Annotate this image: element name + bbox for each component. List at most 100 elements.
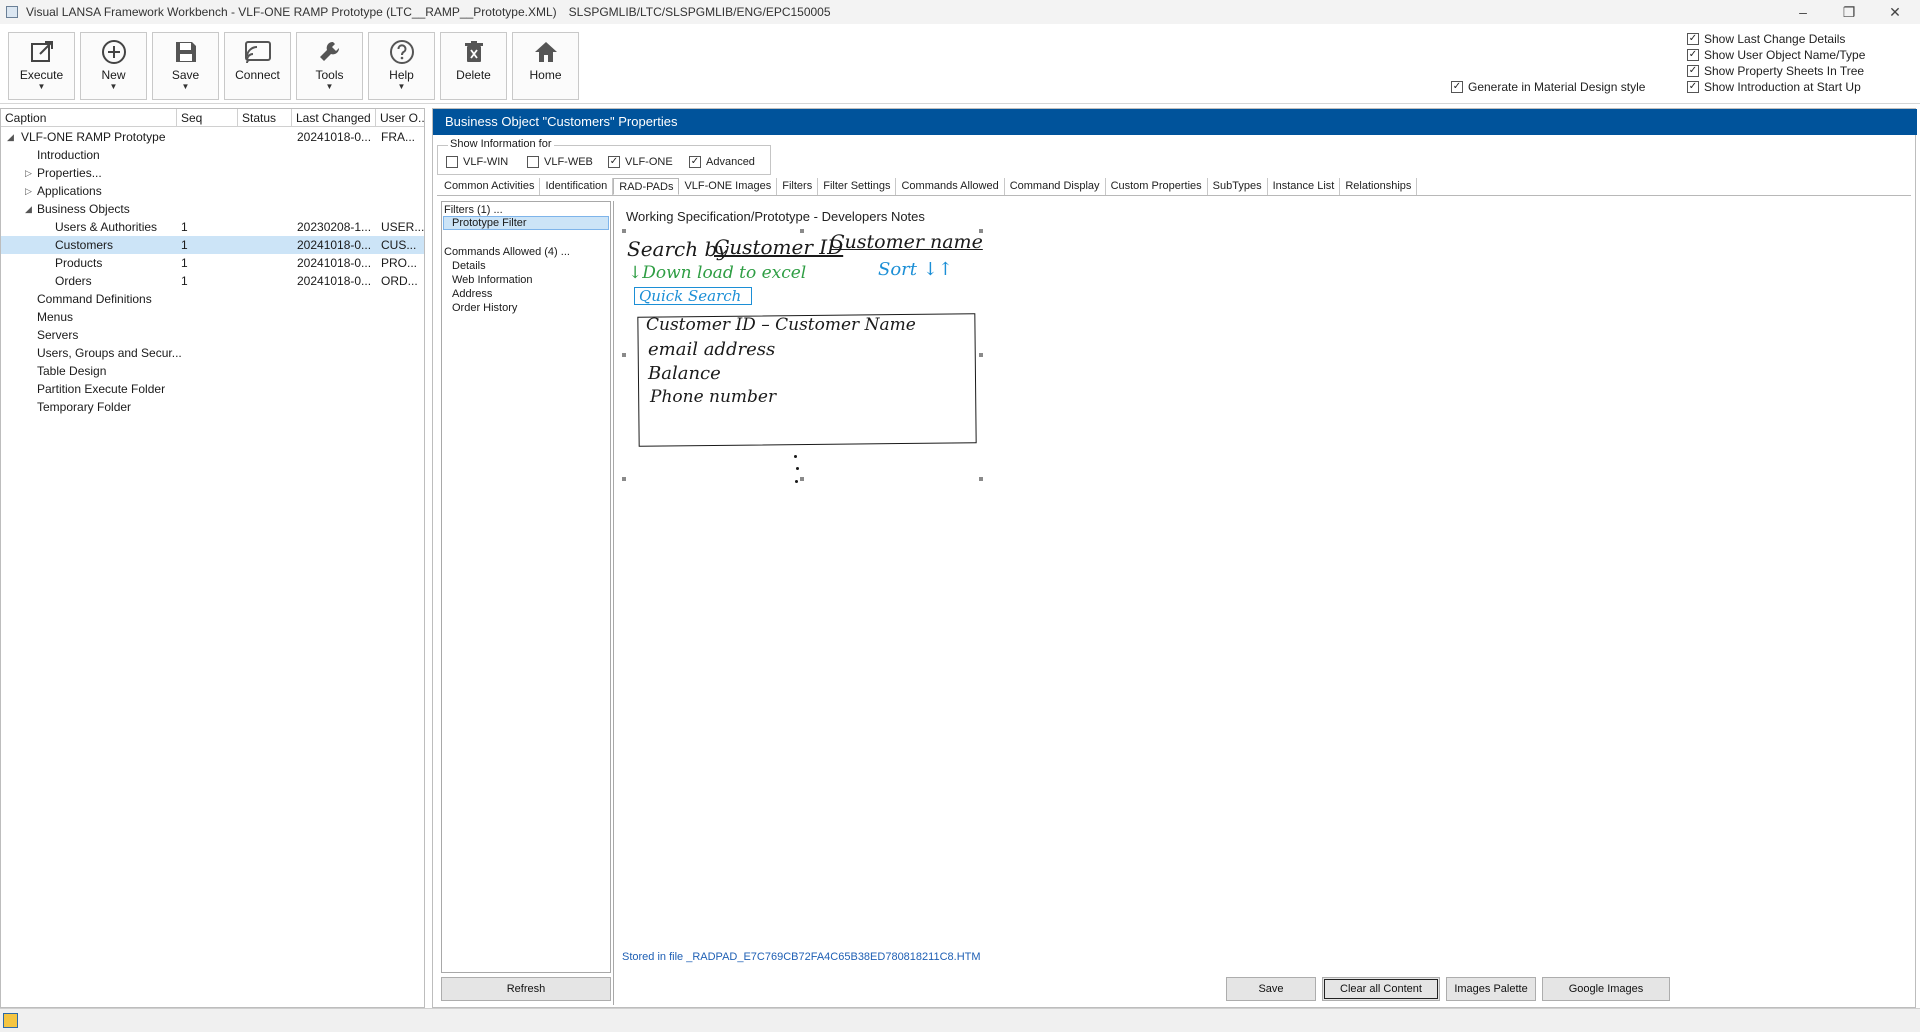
- tree-row[interactable]: Command Definitions: [1, 290, 424, 308]
- tab-identification[interactable]: Identification: [540, 178, 614, 195]
- app-icon: [6, 6, 18, 18]
- google-images-button[interactable]: Google Images: [1542, 977, 1670, 1001]
- tree-row[interactable]: Introduction: [1, 146, 424, 164]
- tree-collapse-icon[interactable]: ◢: [25, 200, 32, 218]
- vlf-one-checkbox[interactable]: ✓ VLF-ONE: [608, 156, 673, 168]
- tree-row[interactable]: Orders 1 20241018-0... ORD...: [1, 272, 424, 290]
- refresh-button[interactable]: Refresh: [441, 977, 611, 1001]
- tree-row[interactable]: ▷ Applications: [1, 182, 424, 200]
- tree-row-last-changed: 20241018-0...: [297, 274, 372, 288]
- cast-icon: [244, 41, 271, 64]
- checkbox-checked-icon: ✓: [689, 156, 701, 168]
- resize-handle[interactable]: [979, 229, 983, 233]
- tab-filter-settings[interactable]: Filter Settings: [818, 178, 897, 195]
- tab-vlf-one-images[interactable]: VLF-ONE Images: [679, 178, 778, 195]
- home-button[interactable]: Home: [512, 32, 579, 100]
- commands-heading[interactable]: Commands Allowed (4) ...: [444, 246, 570, 258]
- minimize-button[interactable]: –: [1780, 0, 1826, 24]
- tree-row[interactable]: Menus: [1, 308, 424, 326]
- tree-row[interactable]: Users & Authorities 1 20230208-1... USER...: [1, 218, 424, 236]
- save-radpad-button[interactable]: Save: [1226, 977, 1316, 1001]
- help-button[interactable]: Help ▼: [368, 32, 435, 100]
- images-palette-button[interactable]: Images Palette: [1446, 977, 1536, 1001]
- tree-expand-icon[interactable]: ▷: [25, 164, 32, 182]
- tree-row[interactable]: Table Design: [1, 362, 424, 380]
- tab-relationships[interactable]: Relationships: [1340, 178, 1418, 195]
- radpad-canvas[interactable]: Working Specification/Prototype - Develo…: [613, 201, 1911, 1005]
- vlf-win-checkbox[interactable]: VLF-WIN: [446, 156, 508, 168]
- tree-row-caption: Partition Execute Folder: [37, 382, 166, 396]
- sketch-dot: [796, 467, 799, 470]
- tab-rad-pads[interactable]: RAD-PADs: [613, 178, 680, 195]
- column-header-user-object[interactable]: User O...: [376, 109, 424, 126]
- resize-handle[interactable]: [800, 229, 804, 233]
- chevron-down-icon: ▼: [397, 82, 406, 91]
- list-item-address[interactable]: Address: [452, 288, 492, 300]
- tree-row[interactable]: ◢ VLF-ONE RAMP Prototype 20241018-0... FRA.…: [1, 128, 424, 146]
- tab-common-activities[interactable]: Common Activities: [439, 178, 541, 195]
- delete-button[interactable]: Delete: [440, 32, 507, 100]
- show-introduction-checkbox[interactable]: ✓ Show Introduction at Start Up: [1687, 80, 1861, 94]
- restore-button[interactable]: ❐: [1826, 0, 1872, 24]
- connect-button[interactable]: Connect: [224, 32, 291, 100]
- tab-subtypes[interactable]: SubTypes: [1208, 178, 1268, 195]
- resize-handle[interactable]: [622, 353, 626, 357]
- clear-all-content-button[interactable]: Clear all Content: [1322, 977, 1440, 1001]
- tree-row-caption: Temporary Folder: [37, 400, 132, 414]
- resize-handle[interactable]: [622, 477, 626, 481]
- list-item-web-information[interactable]: Web Information: [452, 274, 533, 286]
- properties-header: Business Object "Customers" Properties: [433, 109, 1917, 135]
- column-header-last-changed[interactable]: Last Changed: [292, 109, 376, 126]
- tree-collapse-icon[interactable]: ◢: [7, 128, 14, 146]
- chevron-down-icon: ▼: [325, 82, 334, 91]
- tree-expand-icon[interactable]: ▷: [25, 182, 32, 200]
- framework-tree-panel: Caption Seq Status Last Changed User O..…: [0, 108, 425, 1008]
- resize-handle[interactable]: [622, 229, 626, 233]
- show-user-object-checkbox[interactable]: ✓ Show User Object Name/Type: [1687, 48, 1865, 62]
- chevron-down-icon: ▼: [181, 82, 190, 91]
- filters-heading[interactable]: Filters (1) ...: [444, 204, 503, 216]
- tree-row[interactable]: ◢ Business Objects: [1, 200, 424, 218]
- tab-command-display[interactable]: Command Display: [1005, 178, 1106, 195]
- vlf-web-checkbox[interactable]: VLF-WEB: [527, 156, 593, 168]
- checkbox-checked-icon: ✓: [1687, 33, 1699, 45]
- resize-handle[interactable]: [800, 477, 804, 481]
- save-button[interactable]: Save ▼: [152, 32, 219, 100]
- tree-row-seq: 1: [181, 256, 188, 270]
- material-design-checkbox[interactable]: ✓ Generate in Material Design style: [1451, 80, 1645, 94]
- tree-row[interactable]: Servers: [1, 326, 424, 344]
- tree-row[interactable]: ▷ Properties...: [1, 164, 424, 182]
- tree-row[interactable]: Products 1 20241018-0... PRO...: [1, 254, 424, 272]
- tools-button[interactable]: Tools ▼: [296, 32, 363, 100]
- column-header-status[interactable]: Status: [238, 109, 292, 126]
- list-item-prototype-filter[interactable]: Prototype Filter: [452, 217, 527, 229]
- tree-row-user-object: CUS...: [381, 238, 417, 252]
- new-button[interactable]: New ▼: [80, 32, 147, 100]
- resize-handle[interactable]: [979, 353, 983, 357]
- column-header-caption[interactable]: Caption: [1, 109, 177, 126]
- sketch-list-line-3: Balance: [648, 363, 721, 384]
- tab-commands-allowed[interactable]: Commands Allowed: [896, 178, 1005, 195]
- tab-custom-properties[interactable]: Custom Properties: [1106, 178, 1208, 195]
- show-property-sheets-checkbox[interactable]: ✓ Show Property Sheets In Tree: [1687, 64, 1864, 78]
- tree-row-caption: Table Design: [37, 364, 107, 378]
- execute-button[interactable]: Execute ▼: [8, 32, 75, 100]
- tree-row[interactable]: Temporary Folder: [1, 398, 424, 416]
- tree-row[interactable]: Customers 1 20241018-0... CUS...: [1, 236, 424, 254]
- resize-handle[interactable]: [979, 477, 983, 481]
- home-icon: [534, 42, 557, 62]
- column-header-seq[interactable]: Seq: [177, 109, 238, 126]
- vlf-one-label: VLF-ONE: [625, 156, 673, 168]
- checkbox-checked-icon: ✓: [1451, 81, 1463, 93]
- show-last-change-checkbox[interactable]: ✓ Show Last Change Details: [1687, 32, 1845, 46]
- list-item-details[interactable]: Details: [452, 260, 486, 272]
- tab-filters[interactable]: Filters: [777, 178, 819, 195]
- tree-row[interactable]: Users, Groups and Secur...: [1, 344, 424, 362]
- list-item-order-history[interactable]: Order History: [452, 302, 517, 314]
- tree-row-last-changed: 20241018-0...: [297, 256, 372, 270]
- vlf-win-label: VLF-WIN: [463, 156, 509, 168]
- tab-instance-list[interactable]: Instance List: [1268, 178, 1341, 195]
- close-button[interactable]: ✕: [1872, 0, 1918, 24]
- advanced-checkbox[interactable]: ✓ Advanced: [689, 156, 755, 168]
- tree-row[interactable]: Partition Execute Folder: [1, 380, 424, 398]
